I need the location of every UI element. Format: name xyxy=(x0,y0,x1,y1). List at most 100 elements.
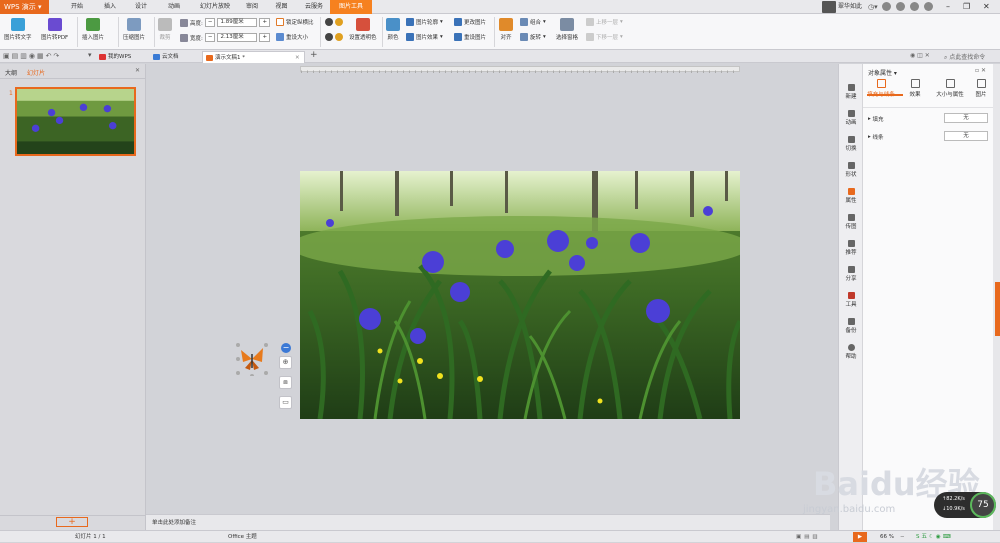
tab-design[interactable]: 设计 xyxy=(125,0,157,14)
panel-scrollbar[interactable] xyxy=(993,64,1000,530)
fill-row[interactable]: ▸ 填充 xyxy=(868,115,884,123)
panel-title[interactable]: 对象属性 ▾ xyxy=(868,68,897,77)
help-icon[interactable] xyxy=(924,2,933,11)
tab-presentation-1[interactable]: 演示文稿1 * ✕ xyxy=(202,51,305,63)
brightness-buttons-2[interactable] xyxy=(325,33,343,41)
tab-bar-icons[interactable]: ◉ ◫ ✕ xyxy=(910,52,930,59)
image-outline-button[interactable]: 图片轮廓 ▾ xyxy=(406,18,443,26)
color-button[interactable]: 颜色 xyxy=(386,18,400,41)
brightness-buttons[interactable] xyxy=(325,18,343,26)
tab-view[interactable]: 视图 xyxy=(265,0,298,14)
tool-shapes[interactable]: 形状 xyxy=(839,162,863,178)
tab-picture-tools[interactable]: 图片工具 xyxy=(330,0,372,14)
tab-slides[interactable]: 幻灯片 xyxy=(27,68,45,77)
avatar[interactable] xyxy=(822,1,836,13)
group-button[interactable]: 组合 ▾ xyxy=(520,18,546,26)
tab-size-properties[interactable]: 大小与属性 xyxy=(931,79,969,98)
user-name[interactable]: 翠华如此 xyxy=(838,0,862,14)
notes-area[interactable]: 单击此处添加备注 xyxy=(146,514,830,530)
line-row[interactable]: ▸ 线条 xyxy=(868,133,884,141)
minimize-icon[interactable]: – xyxy=(946,0,950,14)
tool-animation[interactable]: 动画 xyxy=(839,110,863,126)
close-pane-icon[interactable]: ✕ xyxy=(135,67,140,74)
tab-insert[interactable]: 插入 xyxy=(95,0,125,14)
send-backward-button[interactable]: 下移一层 ▾ xyxy=(586,33,623,41)
tab-cloud-docs[interactable]: 云文档 xyxy=(150,51,200,63)
set-transparent-button[interactable]: 设置透明色 xyxy=(349,18,377,41)
compress-image-button[interactable]: 压缩图片 xyxy=(123,18,145,41)
tool-properties[interactable]: 属性 xyxy=(839,188,863,204)
tool-tools[interactable]: 工具 xyxy=(839,292,863,308)
crop-button[interactable]: 裁剪 xyxy=(158,18,172,41)
height-decrement[interactable]: − xyxy=(204,18,216,27)
tool-recommend[interactable]: 推荐 xyxy=(839,240,863,256)
lock-aspect-checkbox[interactable]: 锁定纵横比 xyxy=(276,18,314,26)
bring-forward-button[interactable]: 上移一层 ▾ xyxy=(586,18,623,26)
tab-animation[interactable]: 动画 xyxy=(157,0,191,14)
height-input[interactable]: 1.89厘米 xyxy=(217,18,258,27)
close-tab-icon[interactable]: ✕ xyxy=(295,52,300,64)
rotate-button[interactable]: 旋转 ▾ xyxy=(520,33,546,41)
zoom-level[interactable]: 66 % xyxy=(880,531,894,543)
rotate-handle-icon[interactable]: − xyxy=(281,343,291,353)
tool-help[interactable]: 帮助 xyxy=(839,344,863,360)
butterfly-image[interactable] xyxy=(235,342,269,378)
tool-new[interactable]: 新建 xyxy=(839,84,863,100)
fill-value[interactable]: 无 xyxy=(944,113,988,123)
horizontal-ruler[interactable] xyxy=(300,66,740,74)
bring-forward-icon xyxy=(586,18,594,26)
reset-size-button[interactable]: 重设大小 xyxy=(276,33,308,41)
scroll-thumb[interactable] xyxy=(995,282,1000,336)
command-search[interactable]: ⌕ 点此查找命令 xyxy=(944,52,985,62)
slide-thumbnail[interactable] xyxy=(15,87,136,156)
image-to-text-button[interactable]: 图片转文字 xyxy=(4,18,32,41)
tab-outline[interactable]: 大纲 xyxy=(5,68,17,77)
tray-icons[interactable]: S五☾◉⌨ xyxy=(916,531,953,543)
tool-transition[interactable]: 切换 xyxy=(839,136,863,152)
tab-cloud[interactable]: 云服务 xyxy=(298,0,330,14)
width-decrement[interactable]: − xyxy=(204,33,216,42)
height-increment[interactable]: + xyxy=(259,18,271,27)
skin-icon[interactable] xyxy=(882,2,891,11)
tab-review[interactable]: 审阅 xyxy=(239,0,265,14)
network-speed-widget[interactable]: ↑82.2K/s ↓10.9K/s 75 xyxy=(934,492,996,518)
image-effect-button[interactable]: 图片效果 ▾ xyxy=(406,33,443,41)
play-slideshow-icon[interactable]: ▶ xyxy=(853,532,867,542)
view-buttons[interactable]: ▣▤▥ xyxy=(796,531,821,543)
width-increment[interactable]: + xyxy=(259,33,271,42)
pdf-icon xyxy=(47,18,62,31)
restore-icon[interactable]: ❐ xyxy=(963,0,970,14)
tab-my-wps[interactable]: 我的WPS xyxy=(96,51,148,63)
slide[interactable] xyxy=(300,171,740,419)
selection-pane-button[interactable]: 选择窗格 xyxy=(556,18,578,41)
line-value[interactable]: 无 xyxy=(944,131,988,141)
feedback-icon[interactable] xyxy=(896,2,905,11)
tab-effects[interactable]: 效果 xyxy=(901,79,929,98)
panel-pin-close-icons[interactable]: ▫ ✕ xyxy=(975,67,986,74)
user-menu-icon[interactable]: ◷▾ xyxy=(868,0,878,14)
tool-share[interactable]: 分享 xyxy=(839,266,863,282)
close-window-icon[interactable]: ✕ xyxy=(983,0,990,14)
change-image-button[interactable]: 更改图片 xyxy=(454,18,486,26)
reset-image-button[interactable]: 重设图片 xyxy=(454,33,486,41)
insert-image-button[interactable]: 插入图片 xyxy=(82,18,104,41)
zoom-out-icon[interactable]: − xyxy=(900,531,905,543)
quick-access-icons[interactable]: ▣▤▥◉▦↶↷ xyxy=(3,52,61,60)
settings-icon[interactable] xyxy=(910,2,919,11)
more-options-icon[interactable]: ▭ xyxy=(279,396,292,409)
zoom-in-icon[interactable]: ⊕ xyxy=(279,356,292,369)
crop-image-icon[interactable]: ⧈ xyxy=(279,376,292,389)
quick-access-menu-icon[interactable]: ▾ xyxy=(88,51,92,59)
tab-home[interactable]: 开始 xyxy=(59,0,95,14)
add-slide-button[interactable]: + xyxy=(56,517,88,527)
tab-slideshow[interactable]: 幻灯片放映 xyxy=(191,0,239,14)
iris-garden-photo[interactable] xyxy=(300,171,740,419)
image-to-pdf-button[interactable]: 图片转PDF xyxy=(41,18,68,41)
align-button[interactable]: 对齐 xyxy=(499,18,513,41)
tab-picture[interactable]: 图片 xyxy=(969,79,993,98)
tool-upload-image[interactable]: 传图 xyxy=(839,214,863,230)
tool-backup[interactable]: 备份 xyxy=(839,318,863,334)
new-tab-icon[interactable]: + xyxy=(310,50,318,60)
app-menu-button[interactable]: WPS 演示 ▾ xyxy=(0,0,49,14)
width-input[interactable]: 2.13厘米 xyxy=(217,33,258,42)
